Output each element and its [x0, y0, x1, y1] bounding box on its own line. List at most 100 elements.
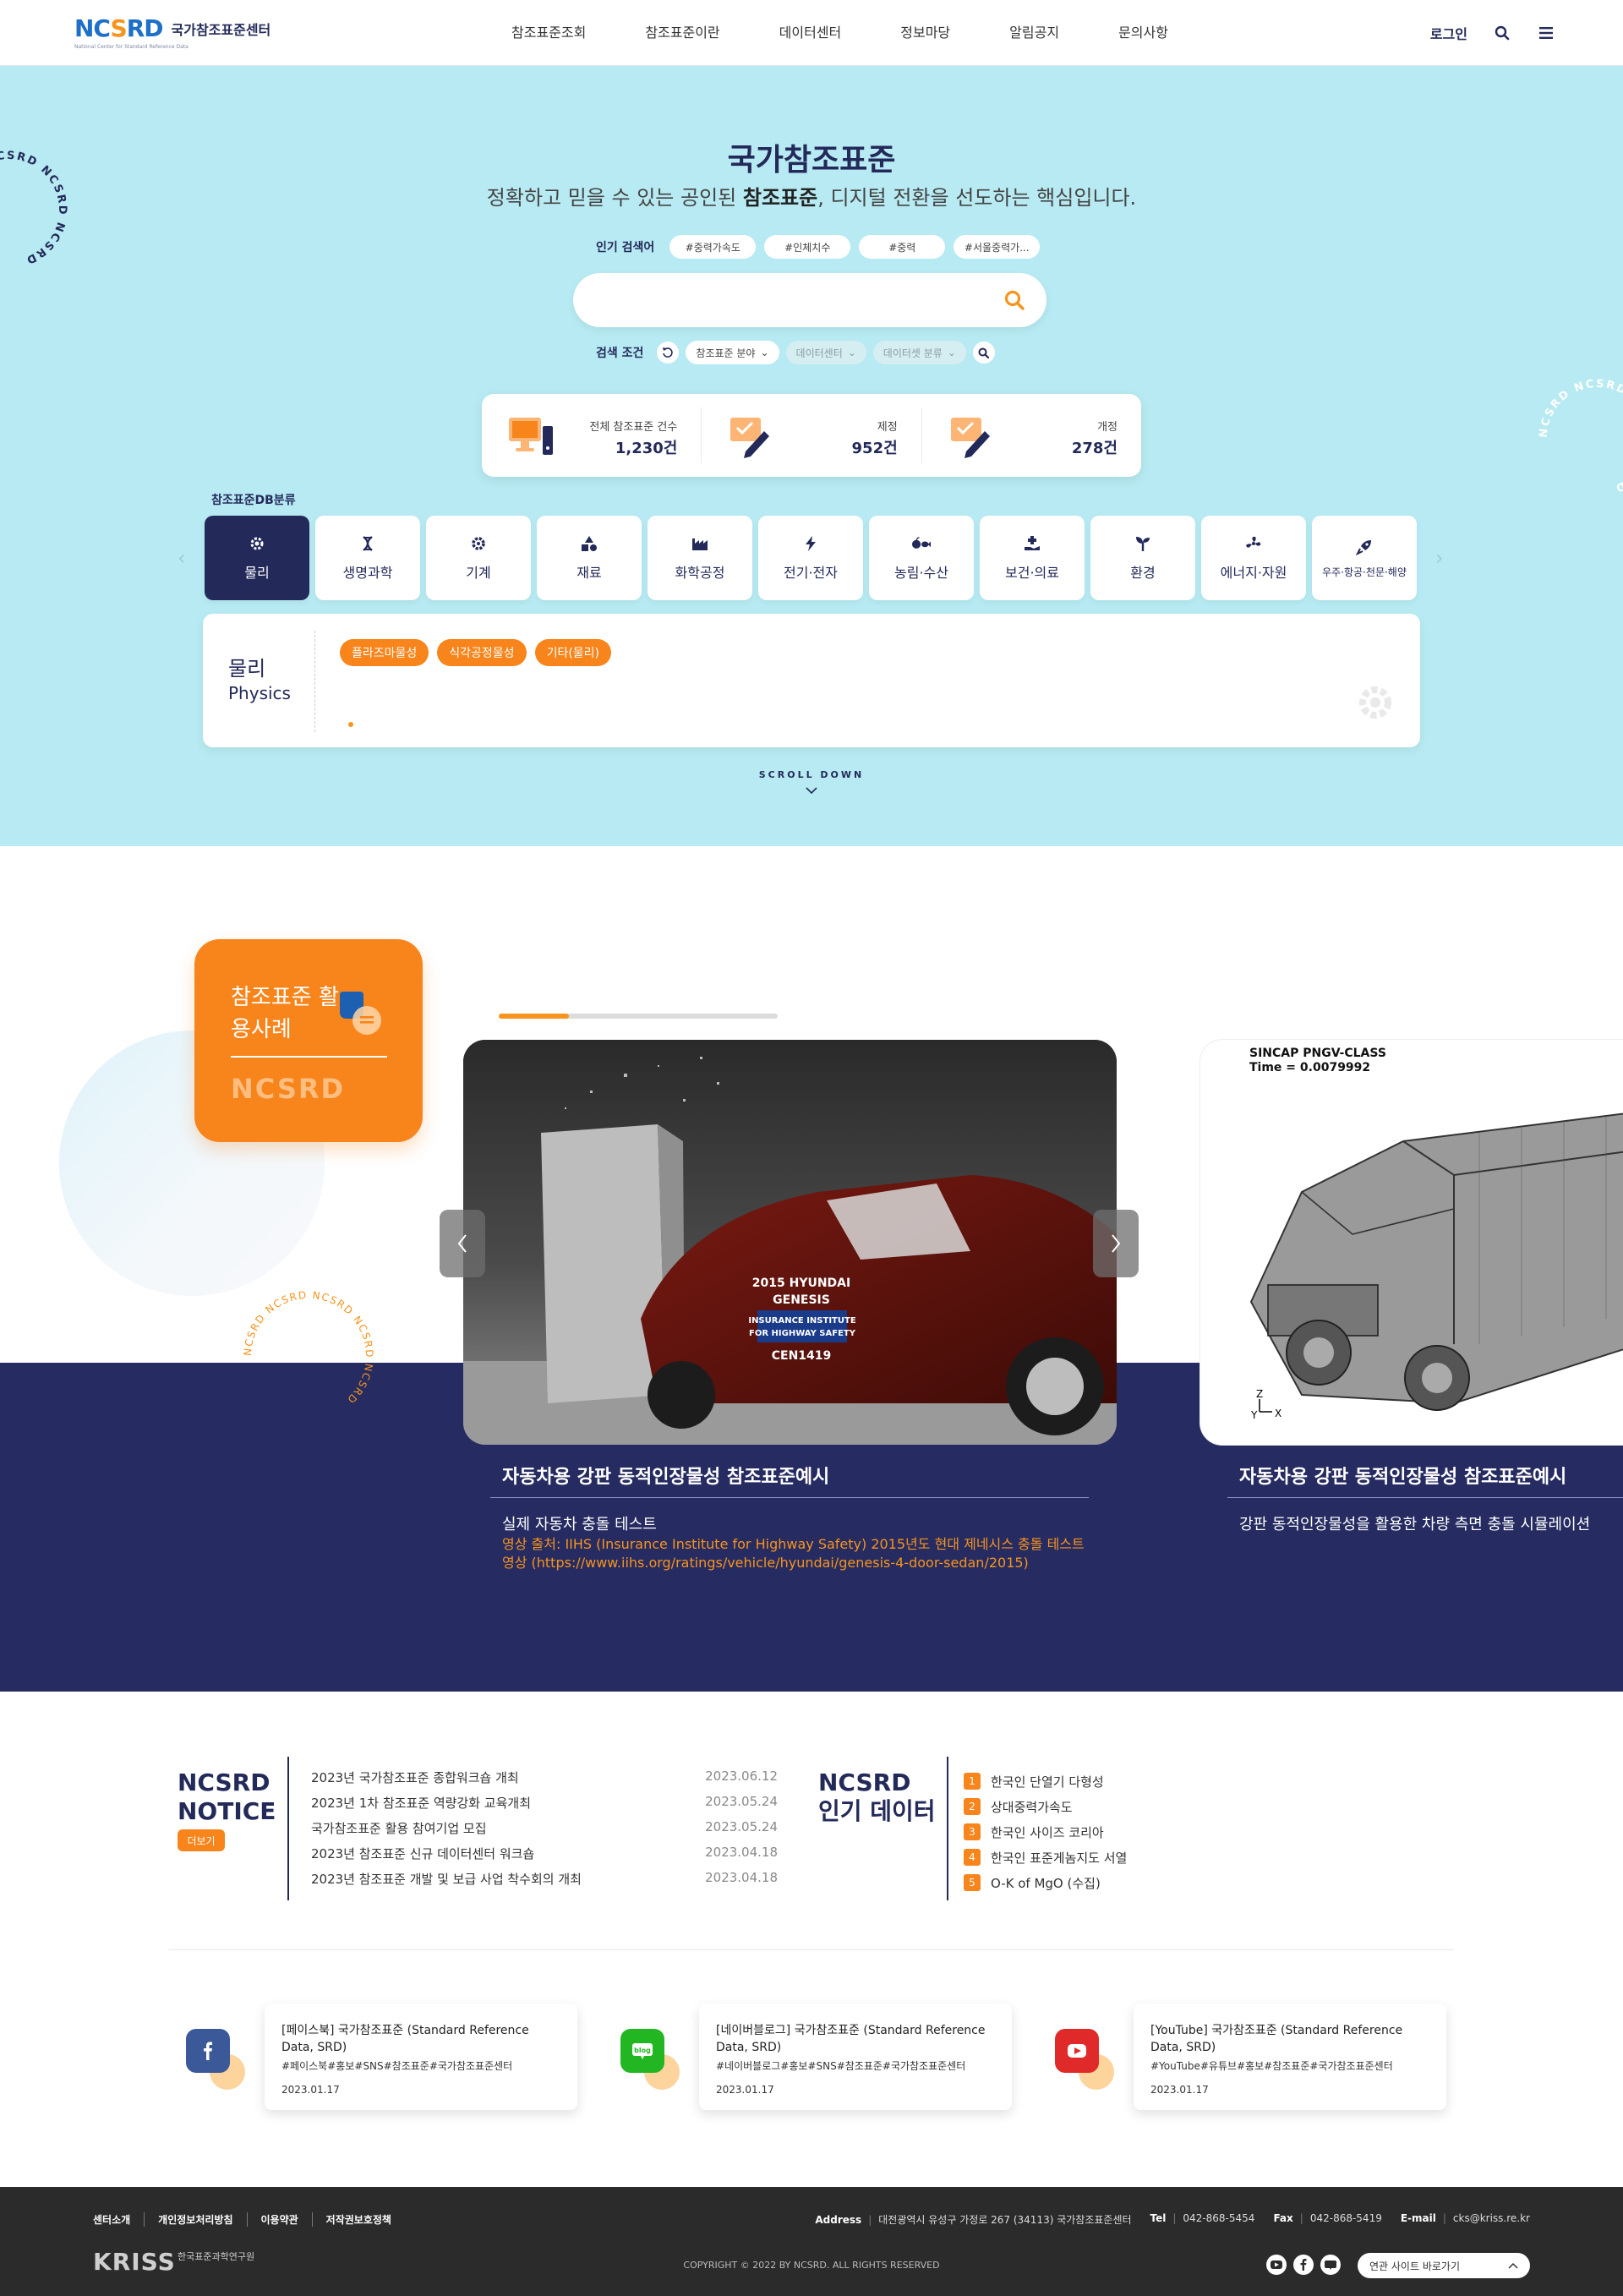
slide-next-button[interactable] — [1093, 1210, 1139, 1277]
search-submit-icon[interactable] — [1001, 287, 1028, 314]
popular-keywords-label: 인기 검색어 — [596, 241, 655, 254]
footer-link-privacy[interactable]: 개인정보처리방침 — [144, 2212, 246, 2227]
search-input[interactable] — [598, 287, 987, 314]
site-footer: 센터소개 개인정보처리방침 이용약관 저작권보호정책 Address | 대전광역시… — [0, 2187, 1623, 2296]
chevron-down-icon: ⌄ — [847, 347, 856, 358]
category-space-aviation[interactable]: 우주·항공·천문·해양 — [1312, 516, 1417, 600]
sns-card-hashtags: #YouTube#유튜브#홍보#참조표준#국가참조표준센터 — [1150, 2060, 1393, 2072]
keyword-chip[interactable]: #중력 — [859, 235, 946, 259]
popular-keywords: 인기 검색어 #중력가속도 #인체치수 #중력 #서울중력가... — [596, 235, 1041, 259]
lightning-icon — [801, 534, 820, 553]
chevron-right-icon — [1112, 1234, 1121, 1253]
footer-link-about[interactable]: 센터소개 — [93, 2212, 144, 2227]
category-physics[interactable]: 물리 — [205, 516, 309, 600]
nav-item-notice[interactable]: 알림공지 — [980, 0, 1089, 66]
search-icon[interactable] — [1493, 24, 1511, 42]
sns-card[interactable]: [페이스북] 국가참조표준 (Standard Reference Data, … — [265, 2004, 577, 2110]
popular-data-item[interactable]: 4 한국인 표준게놈지도 서열 — [964, 1845, 1127, 1870]
sns-card-title: [YouTube] 국가참조표준 (Standard Reference Dat… — [1150, 2024, 1403, 2054]
sns-card-hashtags: #페이스북#홍보#SNS#참조표준#국가참조표준센터 — [281, 2060, 513, 2072]
notice-item[interactable]: 2023년 참조표준 신규 데이터센터 워크숍 2023.04.18 — [311, 1845, 778, 1870]
category-materials[interactable]: 재료 — [537, 516, 642, 600]
filter-datacenter-select[interactable]: 데이터센터 ⌄ — [785, 341, 866, 364]
chevron-down-icon — [806, 787, 817, 795]
login-link[interactable]: 로그인 — [1430, 23, 1467, 43]
site-logo[interactable]: NCSRD National Center for Standard Refer… — [74, 14, 270, 51]
footer-link-terms[interactable]: 이용약관 — [246, 2212, 312, 2227]
category-health-medical[interactable]: 보건·의료 — [980, 516, 1085, 600]
related-sites-select[interactable]: 연관 사이트 바로가기 — [1358, 2253, 1530, 2278]
nav-item-info[interactable]: 정보마당 — [871, 0, 980, 66]
divider — [490, 1497, 1089, 1498]
factory-icon — [691, 534, 709, 553]
condition-search-icon[interactable] — [972, 342, 995, 364]
reset-icon[interactable] — [657, 342, 680, 364]
fan-icon — [1244, 534, 1263, 553]
sns-youtube[interactable]: [YouTube] 국가참조표준 (Standard Reference Dat… — [1055, 2004, 1478, 2113]
sns-card-title: [페이스북] 국가참조표준 (Standard Reference Data, … — [281, 2024, 529, 2054]
popular-data-item[interactable]: 1 한국인 단열기 다형성 — [964, 1768, 1127, 1794]
ncsrd-ring-decoration: NCSRD NCSRD NCSRD NCSRD NCSRD — [242, 1289, 374, 1407]
sns-card[interactable]: [네이버블로그] 국가참조표준 (Standard Reference Data… — [699, 2004, 1012, 2110]
db-category-tabs: 물리 생명과학 기계 재료 화학공정 전기·전자 농림·수산 보건·의료 환경 … — [205, 516, 1417, 600]
subcategory-tag[interactable]: 식각공정물성 — [437, 639, 527, 666]
filter-field-select[interactable]: 참조표준 분야 ⌄ — [686, 341, 779, 364]
sns-card[interactable]: [YouTube] 국가참조표준 (Standard Reference Dat… — [1134, 2004, 1446, 2110]
category-agriculture-fisheries[interactable]: 농림·수산 — [869, 516, 974, 600]
svg-text:X: X — [1275, 1408, 1281, 1419]
search-conditions: 검색 조건 참조표준 분야 ⌄ 데이터센터 ⌄ 데이터셋 분류 ⌄ — [596, 341, 995, 364]
slide-progress-bar — [499, 1014, 778, 1019]
category-electric[interactable]: 전기·전자 — [758, 516, 863, 600]
chevron-up-icon — [1508, 2260, 1518, 2271]
pagination-dot[interactable] — [348, 722, 353, 727]
category-mechanical[interactable]: 기계 — [426, 516, 531, 600]
nav-item-search-standards[interactable]: 참조표준조회 — [482, 0, 615, 66]
popular-data-item[interactable]: 3 한국인 사이즈 코리아 — [964, 1819, 1127, 1845]
category-environment[interactable]: 환경 — [1090, 516, 1195, 600]
sns-facebook[interactable]: [페이스북] 국가참조표준 (Standard Reference Data, … — [186, 2004, 609, 2113]
category-energy-resources[interactable]: 에너지·자원 — [1201, 516, 1306, 600]
nav-item-data-center[interactable]: 데이터센터 — [750, 0, 872, 66]
menu-icon[interactable] — [1537, 24, 1555, 42]
nav-item-about-standards[interactable]: 참조표준이란 — [615, 0, 749, 66]
youtube-icon — [1055, 2029, 1099, 2073]
youtube-icon[interactable] — [1266, 2255, 1287, 2275]
category-chemical-process[interactable]: 화학공정 — [648, 516, 752, 600]
filter-dataset-select[interactable]: 데이터셋 분류 ⌄ — [872, 341, 966, 364]
blog-icon[interactable] — [1320, 2255, 1341, 2275]
popular-data-title: NCSRD 인기 데이터 — [818, 1768, 936, 1825]
logo-mark: NCSRD — [74, 14, 163, 42]
crash-test-image[interactable]: 2015 HYUNDAI GENESIS INSURANCE INSTITUTE… — [463, 1040, 1117, 1445]
crash-simulation-image[interactable]: SINCAP PNGV-CLASS Time = 0.0079992 Y X Z — [1200, 1040, 1623, 1445]
footer-link-copyright[interactable]: 저작권보호정책 — [311, 2212, 405, 2227]
subcategory-tags: 플라즈마물성 식각공정물성 기타(물리) — [340, 639, 612, 666]
keyword-chip[interactable]: #중력가속도 — [669, 235, 757, 259]
ncsrd-ring-decoration: NCSRD NCSRD NCSRD NCSRD — [1538, 378, 1623, 495]
notice-item[interactable]: 2023년 국가참조표준 종합워크숍 개최 2023.06.12 — [311, 1768, 778, 1794]
slide-title: 자동차용 강판 동적인장물성 참조표준예시 — [502, 1467, 830, 1488]
category-life-science[interactable]: 생명과학 — [315, 516, 420, 600]
notice-item[interactable]: 2023년 참조표준 개발 및 보급 사업 착수회의 개최 2023.04.18 — [311, 1870, 778, 1895]
chevron-left-icon[interactable]: ‹ — [178, 546, 191, 570]
chevron-right-icon[interactable]: › — [1435, 546, 1449, 570]
notice-more-button[interactable]: 더보기 — [178, 1829, 225, 1851]
divider — [231, 1056, 387, 1058]
notice-item[interactable]: 2023년 1차 참조표준 역량강화 교육개최 2023.05.24 — [311, 1794, 778, 1819]
facebook-icon[interactable] — [1293, 2255, 1314, 2275]
keyword-chip[interactable]: #서울중력가... — [954, 235, 1041, 259]
chevron-left-icon — [457, 1234, 467, 1253]
popular-data-item[interactable]: 5 O-K of MgO (수집) — [964, 1870, 1127, 1895]
subcategory-tag[interactable]: 기타(물리) — [534, 639, 612, 666]
svg-text:Y: Y — [1250, 1409, 1258, 1421]
popular-data-list: 1 한국인 단열기 다형성 2 상대중력가속도 3 한국인 사이즈 코리아 4 한국인 … — [964, 1768, 1127, 1895]
notice-item[interactable]: 국가참조표준 활용 참여기업 모집 2023.05.24 — [311, 1819, 778, 1845]
footer-email: E-mail | cks@kriss.re.kr — [1400, 2212, 1530, 2224]
slide-prev-button[interactable] — [440, 1210, 485, 1277]
subcategory-tag[interactable]: 플라즈마물성 — [340, 639, 429, 666]
scroll-down-label[interactable]: SCROLL DOWN — [0, 769, 1623, 780]
db-category-label: 참조표준DB분류 — [211, 494, 296, 507]
keyword-chip[interactable]: #인체치수 — [764, 235, 851, 259]
popular-data-item[interactable]: 2 상대중력가속도 — [964, 1794, 1127, 1819]
nav-item-inquiry[interactable]: 문의사항 — [1089, 0, 1198, 66]
sns-naver-blog[interactable]: blog [네이버블로그] 국가참조표준 (Standard Reference… — [620, 2004, 1043, 2113]
